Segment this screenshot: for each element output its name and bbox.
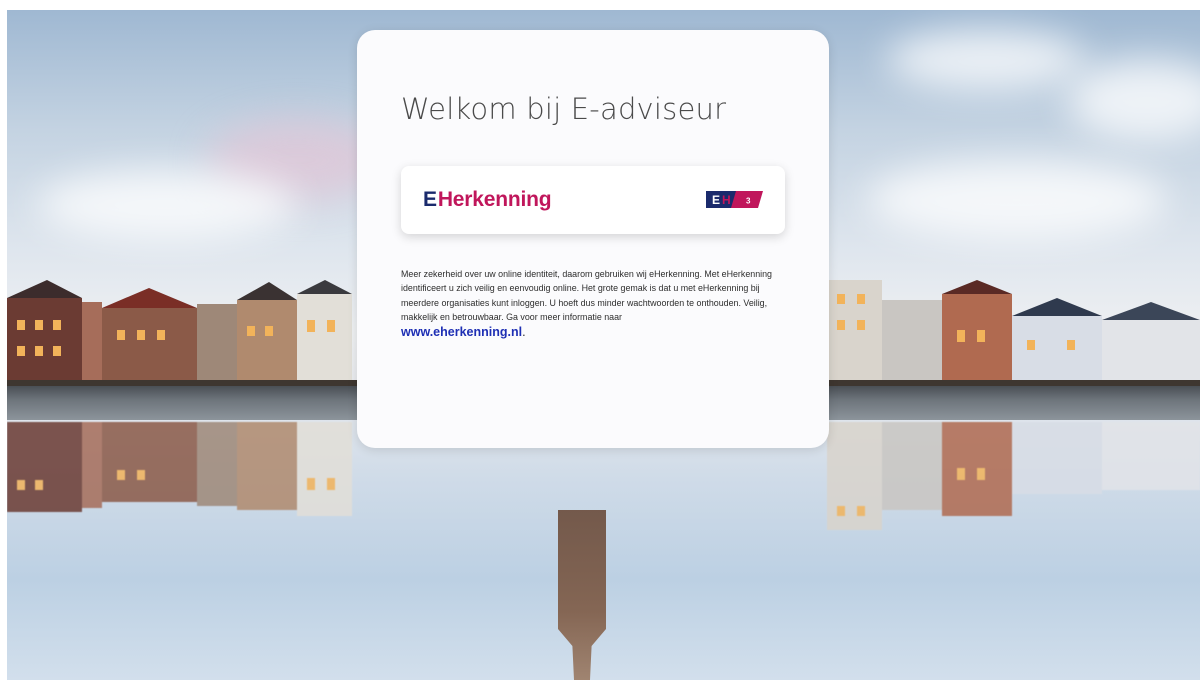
info-text: Meer zekerheid over uw online identiteit… — [401, 267, 793, 339]
link-period: . — [522, 325, 526, 340]
eherkenning-logo-text: Herkenning — [437, 188, 552, 211]
svg-text:E: E — [712, 193, 720, 207]
eherkenning-link-text: www.eherkenning.nl — [401, 325, 523, 340]
eherkenning-logo-e: E — [423, 188, 437, 211]
tower-reflection — [558, 510, 606, 680]
eherkenning-info-link[interactable]: www.eherkenning.nl. — [401, 325, 793, 339]
eherkenning-level-badge-icon: E H 3 — [706, 191, 763, 208]
svg-text:H: H — [722, 193, 731, 207]
info-paragraph: Meer zekerheid over uw online identiteit… — [401, 269, 772, 322]
login-card: Welkom bij E-adviseur E Herkenning E H 3… — [357, 30, 829, 448]
badge-level-text: 3 — [746, 197, 751, 206]
page-title: Welkom bij E-adviseur — [401, 92, 727, 126]
eherkenning-logo: E Herkenning — [423, 186, 552, 214]
eherkenning-login-button[interactable]: E Herkenning E H 3 — [401, 166, 785, 234]
